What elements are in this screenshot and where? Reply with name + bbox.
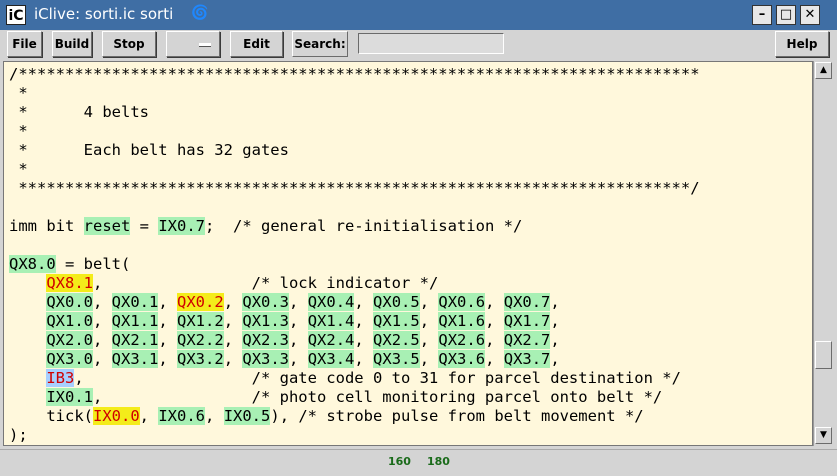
- source-listing: /***************************************…: [9, 65, 700, 445]
- code-line: *: [9, 122, 28, 140]
- signal-highlight[interactable]: QX1.1: [111, 312, 159, 330]
- signal-highlight[interactable]: QX0.5: [373, 293, 420, 311]
- signal-highlight[interactable]: QX3.3: [242, 350, 290, 368]
- file-button[interactable]: File: [7, 31, 42, 57]
- signal-highlight[interactable]: QX0.7: [503, 293, 551, 311]
- signal-highlight[interactable]: reset: [83, 217, 131, 235]
- code-line: imm bit reset = IX0.7; /* general re-ini…: [9, 217, 523, 235]
- code-line: *: [9, 160, 28, 178]
- toolbar: File Build Stop Edit Search: Help: [0, 30, 837, 60]
- search-input[interactable]: [358, 33, 504, 54]
- code-line: QX1.0, QX1.1, QX1.2, QX1.3, QX1.4, QX1.5…: [46, 312, 560, 330]
- signal-highlight[interactable]: QX1.5: [373, 312, 420, 330]
- code-line: IB3, /* gate code 0 to 31 for parcel des…: [46, 369, 681, 387]
- signal-highlight[interactable]: QX2.5: [373, 331, 420, 349]
- signal-highlight[interactable]: QX1.0: [46, 312, 93, 330]
- app-icon[interactable]: iC: [6, 5, 26, 25]
- edit-button[interactable]: Edit: [230, 31, 283, 57]
- code-line: * 4 belts: [9, 103, 149, 121]
- stop-button[interactable]: Stop: [102, 31, 156, 57]
- signal-highlight[interactable]: IX0.7: [158, 217, 205, 235]
- code-line: QX3.0, QX3.1, QX3.2, QX3.3, QX3.4, QX3.5…: [46, 350, 560, 368]
- signal-highlight[interactable]: QX2.6: [438, 331, 486, 349]
- signal-highlight[interactable]: QX0.2: [177, 293, 224, 311]
- signal-highlight[interactable]: QX8.1: [46, 274, 93, 292]
- signal-highlight[interactable]: QX2.0: [46, 331, 93, 349]
- code-line: );: [9, 426, 28, 444]
- signal-highlight[interactable]: QX1.2: [177, 312, 224, 330]
- signal-highlight[interactable]: QX3.2: [177, 350, 224, 368]
- signal-highlight[interactable]: QX2.4: [307, 331, 355, 349]
- mode-dropdown[interactable]: [166, 31, 220, 57]
- signal-highlight[interactable]: QX3.0: [46, 350, 93, 368]
- dropdown-arrow-icon: [199, 43, 211, 47]
- code-line: QX8.0 = belt(: [9, 255, 131, 273]
- maximize-icon[interactable]: □: [776, 5, 796, 25]
- signal-highlight[interactable]: QX8.0: [9, 255, 56, 273]
- search-label: Search:: [292, 31, 348, 57]
- signal-highlight[interactable]: IX0.0: [93, 407, 140, 425]
- signal-highlight[interactable]: QX0.1: [111, 293, 159, 311]
- signal-highlight[interactable]: QX0.6: [438, 293, 486, 311]
- signal-highlight[interactable]: QX0.3: [242, 293, 290, 311]
- code-line: ****************************************…: [9, 179, 700, 197]
- minimize-icon[interactable]: –: [752, 5, 772, 25]
- signal-highlight[interactable]: QX3.7: [503, 350, 551, 368]
- code-line: QX2.0, QX2.1, QX2.2, QX2.3, QX2.4, QX2.5…: [46, 331, 560, 349]
- build-button[interactable]: Build: [52, 31, 92, 57]
- code-line: *: [9, 84, 28, 102]
- signal-highlight[interactable]: QX0.0: [46, 293, 93, 311]
- signal-highlight[interactable]: QX1.3: [242, 312, 290, 330]
- signal-highlight[interactable]: QX2.7: [503, 331, 551, 349]
- signal-highlight[interactable]: QX3.6: [438, 350, 486, 368]
- signal-highlight[interactable]: IB3: [46, 369, 75, 387]
- signal-highlight[interactable]: QX1.6: [438, 312, 486, 330]
- spiral-icon: 🌀: [191, 5, 209, 21]
- scroll-down-icon[interactable]: ▼: [815, 427, 832, 444]
- status-value-b: 180: [427, 455, 450, 468]
- signal-highlight[interactable]: QX1.7: [503, 312, 551, 330]
- signal-highlight[interactable]: IX0.5: [223, 407, 271, 425]
- code-line: tick(IX0.0, IX0.6, IX0.5), /* strobe pul…: [9, 407, 644, 425]
- scroll-up-icon[interactable]: ▲: [815, 62, 832, 79]
- signal-highlight[interactable]: QX1.4: [307, 312, 355, 330]
- signal-highlight[interactable]: IX0.6: [158, 407, 206, 425]
- signal-highlight[interactable]: QX2.1: [111, 331, 159, 349]
- signal-highlight[interactable]: IX0.1: [46, 388, 93, 406]
- signal-highlight[interactable]: QX2.2: [177, 331, 224, 349]
- status-value-a: 160: [388, 455, 411, 468]
- signal-highlight[interactable]: QX0.4: [307, 293, 355, 311]
- window-title: iClive: sorti.ic sorti: [34, 5, 174, 23]
- title-bar[interactable]: iC iClive: sorti.ic sorti 🌀 – □ ✕: [0, 0, 837, 30]
- help-button[interactable]: Help: [775, 31, 829, 57]
- close-icon[interactable]: ✕: [800, 5, 820, 25]
- status-bar: 160 180: [0, 449, 837, 476]
- vertical-scrollbar[interactable]: ▲ ▼: [813, 61, 833, 446]
- code-line: QX0.0, QX0.1, QX0.2, QX0.3, QX0.4, QX0.5…: [46, 293, 560, 311]
- scroll-thumb[interactable]: [815, 341, 832, 369]
- signal-highlight[interactable]: QX3.4: [307, 350, 355, 368]
- code-view[interactable]: /***************************************…: [3, 61, 813, 446]
- code-line: QX8.1, /* lock indicator */: [46, 274, 439, 292]
- code-line: /***************************************…: [9, 65, 700, 83]
- code-line: IX0.1, /* photo cell monitoring parcel o…: [46, 388, 663, 406]
- code-line: * Each belt has 32 gates: [9, 141, 289, 159]
- signal-highlight[interactable]: QX3.5: [373, 350, 420, 368]
- signal-highlight[interactable]: QX3.1: [111, 350, 159, 368]
- signal-highlight[interactable]: QX2.3: [242, 331, 290, 349]
